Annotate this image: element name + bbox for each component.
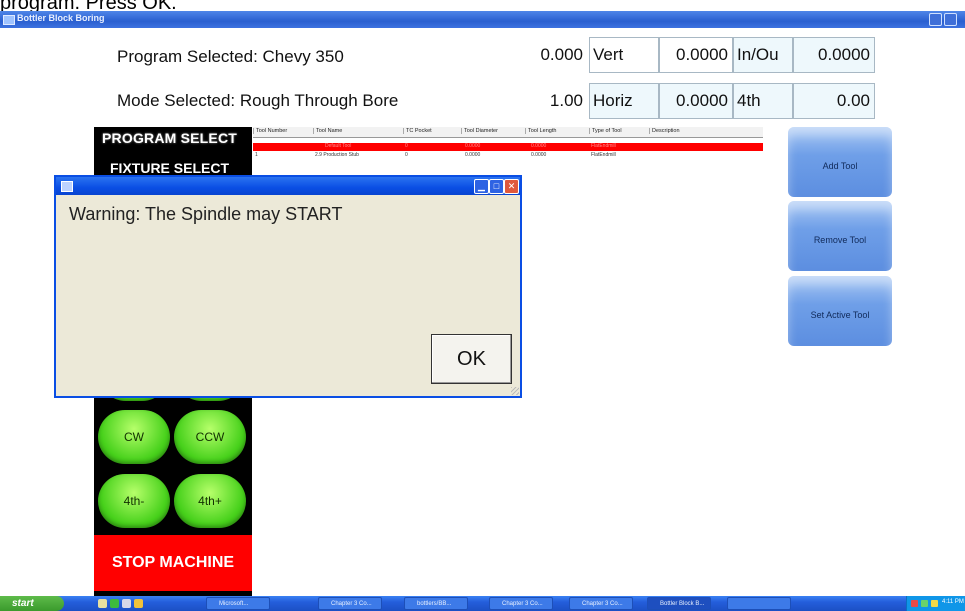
dialog-title-bar[interactable]: ▁ □ ✕ <box>56 177 520 195</box>
quicklaunch-desktop-icon[interactable] <box>122 599 131 608</box>
mode-selected-label: Mode Selected: Rough Through Bore <box>117 91 399 110</box>
quicklaunch-browser-icon[interactable] <box>98 599 107 608</box>
table-cell: 1 <box>255 152 258 158</box>
tray-security-icon[interactable] <box>911 600 918 607</box>
remove-tool-button[interactable]: Remove Tool <box>788 201 892 271</box>
main-title-bar: Bottler Block Boring <box>0 11 965 28</box>
column-header[interactable]: Tool Diameter <box>461 128 498 134</box>
add-tool-button[interactable]: Add Tool <box>788 127 892 197</box>
taskbar-item[interactable]: Chapter 3 Co... <box>318 597 382 610</box>
table-cell: 2.9 Production Stub <box>315 152 359 158</box>
table-cell: FlatEndmill <box>591 143 616 149</box>
taskbar: start Microsoft... Chapter 3 Co... bottl… <box>0 596 965 611</box>
maximize-icon[interactable] <box>944 13 957 26</box>
taskbar-item-active[interactable]: Bottler Block B... <box>647 597 711 610</box>
start-button[interactable]: start <box>0 596 64 611</box>
taskbar-item[interactable]: Chapter 3 Co... <box>569 597 633 610</box>
quicklaunch-media-icon[interactable] <box>110 599 119 608</box>
table-cell: 0.0000 <box>531 152 547 158</box>
spindle-warning-dialog: ▁ □ ✕ Warning: The Spindle may START OK <box>54 175 522 398</box>
value-readout-1: 0.000 <box>520 37 588 73</box>
table-cell: 0.0000 <box>465 143 481 149</box>
table-row[interactable]: 1 2.9 Production Stub 0 0.0000 0.0000 Fl… <box>253 152 763 160</box>
tray-network-icon[interactable] <box>921 600 928 607</box>
table-row[interactable]: Default Tool 0 0.0000 0.0000 FlatEndmill <box>253 143 763 151</box>
cw-button[interactable]: CW <box>98 410 170 464</box>
maximize-icon[interactable]: □ <box>489 179 504 194</box>
table-cell: FlatEndmill <box>591 152 616 158</box>
program-select-button[interactable]: PROGRAM SELECT <box>102 130 237 146</box>
tool-table-header: Tool Number Tool Name TC Pocket Tool Dia… <box>253 127 763 138</box>
horiz-value: 0.0000 <box>659 83 733 119</box>
table-cell: Default Tool <box>325 143 352 149</box>
inout-label: In/Ou <box>733 37 793 73</box>
ok-button[interactable]: OK <box>431 334 512 384</box>
column-header[interactable]: Type of Tool <box>589 128 622 134</box>
tray-volume-icon[interactable] <box>931 600 938 607</box>
column-header[interactable]: Description <box>649 128 680 134</box>
taskbar-item[interactable]: Microsoft... <box>206 597 270 610</box>
minimize-icon[interactable]: ▁ <box>474 179 489 194</box>
value-readout-2: 1.00 <box>520 83 588 119</box>
close-icon[interactable]: ✕ <box>504 179 519 194</box>
column-header[interactable]: TC Pocket <box>403 128 432 134</box>
table-cell: 0.0000 <box>531 143 547 149</box>
program-selected-label: Program Selected: Chevy 350 <box>117 47 344 66</box>
dialog-app-icon <box>61 181 73 192</box>
stop-machine-button[interactable]: STOP MACHINE <box>94 535 252 591</box>
column-header[interactable]: Tool Number <box>253 128 287 134</box>
vert-label: Vert <box>589 37 659 73</box>
fourth-plus-button[interactable]: 4th+ <box>174 474 246 528</box>
fourth-minus-button[interactable]: 4th- <box>98 474 170 528</box>
dialog-message: Warning: The Spindle may START <box>69 204 343 224</box>
taskbar-item[interactable]: bottlers/BB... <box>404 597 468 610</box>
horiz-label: Horiz <box>589 83 659 119</box>
inout-value: 0.0000 <box>793 37 875 73</box>
table-cell: 0 <box>405 143 408 149</box>
app-icon <box>3 15 15 25</box>
set-active-tool-button[interactable]: Set Active Tool <box>788 276 892 346</box>
column-header[interactable]: Tool Length <box>525 128 556 134</box>
table-cell: 0 <box>405 152 408 158</box>
restore-icon[interactable] <box>929 13 942 26</box>
fixture-select-button[interactable]: FIXTURE SELECT <box>110 160 229 174</box>
system-tray: 4:11 PM <box>906 596 965 611</box>
vert-value: 0.0000 <box>659 37 733 73</box>
taskbar-item[interactable] <box>727 597 791 610</box>
window-title: Bottler Block Boring <box>17 13 105 23</box>
ccw-button[interactable]: CCW <box>174 410 246 464</box>
column-header[interactable]: Tool Name <box>313 128 342 134</box>
quicklaunch-folder-icon[interactable] <box>134 599 143 608</box>
fourth-value: 0.00 <box>793 83 875 119</box>
fourth-label: 4th <box>733 83 793 119</box>
taskbar-item[interactable]: Chapter 3 Co... <box>489 597 553 610</box>
table-cell: 0.0000 <box>465 152 481 158</box>
clock: 4:11 PM <box>942 599 964 605</box>
resize-grip-icon[interactable] <box>511 387 519 395</box>
